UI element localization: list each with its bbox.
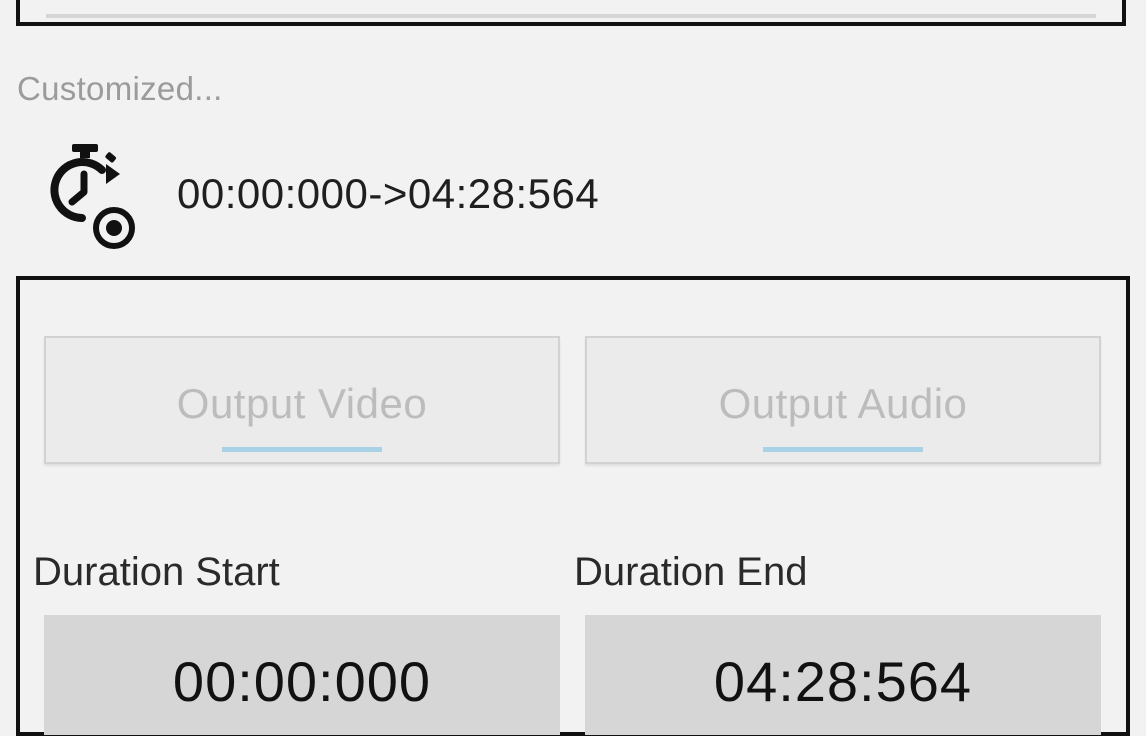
output-video-button[interactable]: Output Video [44,336,560,464]
section-label-customized: Customized... [17,70,223,107]
duration-end-label: Duration End [574,550,808,594]
output-video-label: Output Video [176,380,428,427]
stopwatch-target-icon [44,140,144,250]
top-panel-frame [16,0,1126,26]
duration-start-field[interactable]: 00:00:000 [44,615,560,735]
output-audio-label: Output Audio [718,380,968,427]
output-video-accent [222,447,382,452]
top-panel-divider [46,14,1096,18]
duration-start-value: 00:00:000 [172,650,432,713]
duration-start-label: Duration Start [33,550,280,594]
duration-end-field[interactable]: 04:28:564 [585,615,1101,735]
output-audio-accent [763,447,923,452]
duration-range-text: 00:00:000->04:28:564 [177,170,600,217]
duration-end-value: 04:28:564 [713,650,973,713]
output-audio-button[interactable]: Output Audio [585,336,1101,464]
